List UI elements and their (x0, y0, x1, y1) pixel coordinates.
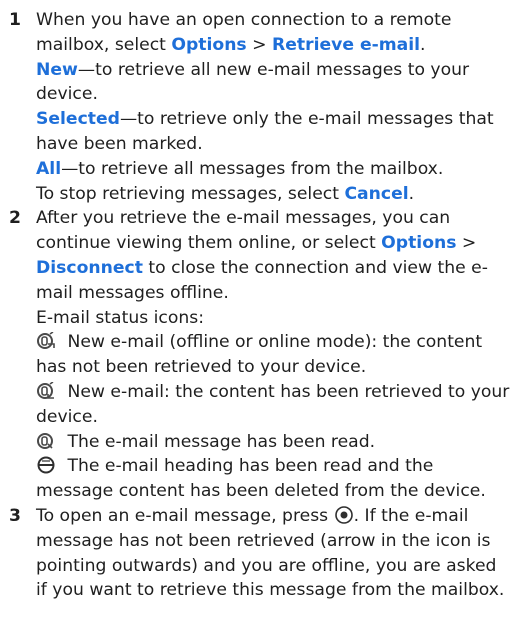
step-number: 3 (9, 505, 21, 526)
option-selected: Selected—to retrieve only the e-mail mes… (36, 109, 494, 154)
step-3-text: To open an e-mail message, press . If th… (36, 505, 505, 601)
step-2: 2 After you retrieve the e-mail messages… (8, 206, 512, 504)
status-item-2: New e-mail: the content has been retriev… (36, 381, 510, 427)
email-heading-read-icon (36, 456, 58, 474)
document-page: 1 When you have an open connection to a … (0, 0, 520, 603)
new-label: New (36, 59, 78, 80)
select-key-icon (334, 506, 354, 524)
status-item-4: The e-mail heading has been read and the… (36, 456, 486, 502)
cancel-label: Cancel (344, 183, 409, 204)
all-label: All (36, 158, 62, 179)
retrieve-email-label: Retrieve e-mail (271, 34, 421, 55)
options-menu-label: Options (171, 34, 247, 55)
step-1: 1 When you have an open connection to a … (8, 8, 512, 206)
stop-instruction: To stop retrieving messages, select Canc… (36, 183, 415, 204)
step-2-intro: After you retrieve the e-mail messages, … (36, 208, 488, 303)
option-new: New—to retrieve all new e-mail messages … (36, 59, 470, 105)
option-all: All—to retrieve all messages from the ma… (36, 158, 444, 179)
status-item-3: The e-mail message has been read. (8, 430, 512, 455)
step-3: 3 To open an e-mail message, press . If … (8, 504, 512, 603)
selected-label: Selected (36, 109, 120, 130)
email-read-icon (36, 432, 58, 450)
status-item-1: New e-mail (offline or online mode): the… (36, 332, 483, 378)
step-number: 1 (9, 10, 21, 30)
options-menu-label: Options (381, 233, 457, 254)
step-number: 2 (9, 208, 21, 229)
new-email-not-retrieved-icon (36, 332, 58, 350)
new-email-retrieved-icon (36, 381, 58, 400)
status-icons-title: E-mail status icons: (36, 307, 205, 328)
step-1-intro: When you have an open connection to a re… (36, 10, 452, 55)
disconnect-label: Disconnect (36, 257, 143, 278)
